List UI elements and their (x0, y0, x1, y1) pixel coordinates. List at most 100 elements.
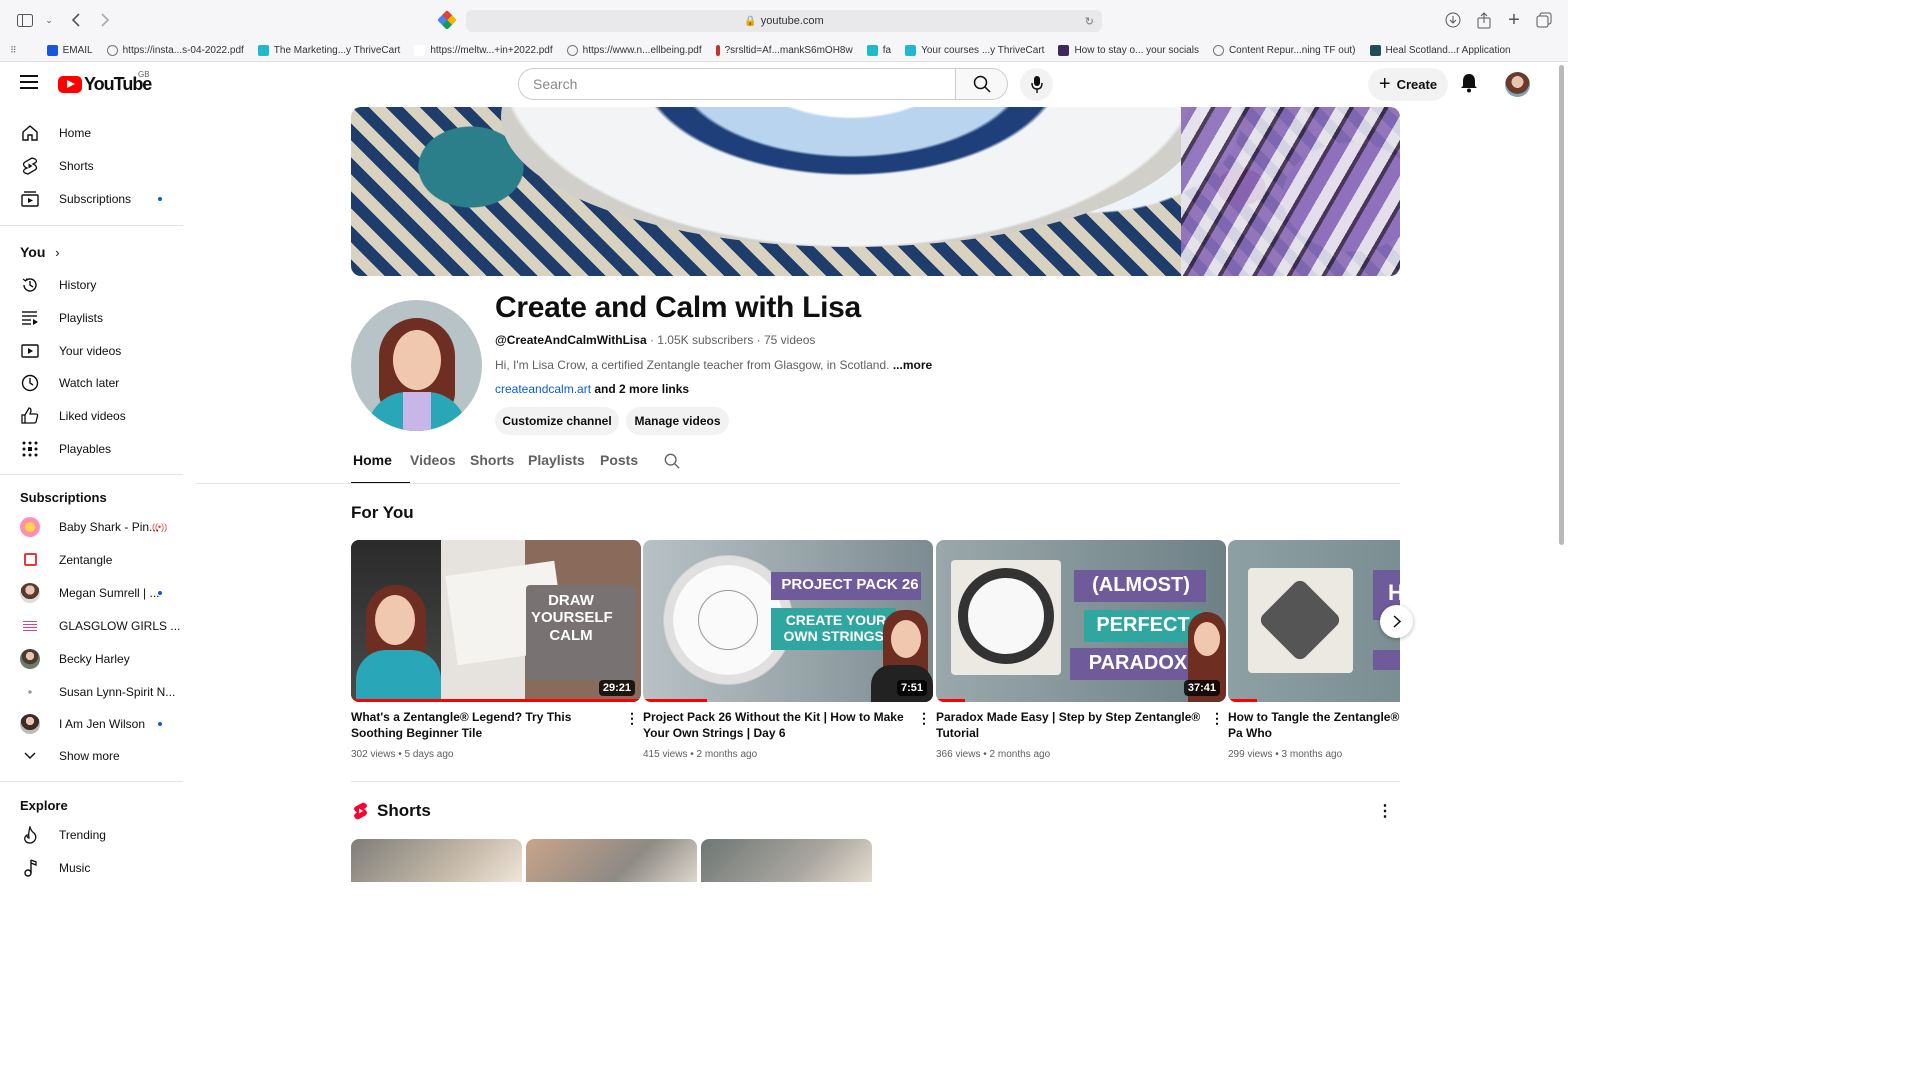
subscription-item[interactable]: I Am Jen Wilson (0, 707, 184, 740)
bookmark-item[interactable]: Your courses ...y ThriveCart (905, 45, 1044, 56)
bookmark-item[interactable]: Heal Scotland...r Application (1369, 45, 1511, 56)
subscription-item[interactable]: Zentangle (0, 543, 184, 576)
channel-website-link[interactable]: createandcalm.art (495, 382, 591, 396)
short-thumbnail[interactable] (701, 839, 872, 882)
sidebar-item-watch-later[interactable]: Watch later (0, 366, 184, 399)
video-card[interactable]: (ALMOST) PERFECT PARADOX 37:41 Paradox M… (936, 540, 1226, 760)
sidebar-item-home[interactable]: Home (0, 116, 184, 149)
channel-description[interactable]: Hi, I'm Lisa Crow, a certified Zentangle… (495, 358, 932, 372)
trending-icon (20, 825, 40, 845)
upload-age: 5 days ago (404, 749, 454, 760)
sidebar-item-subscriptions[interactable]: Subscriptions (0, 182, 184, 215)
view-count: 366 views (936, 749, 981, 760)
more-link[interactable]: ...more (893, 358, 932, 372)
bookmark-item[interactable]: https://meltw...+in+2022.pdf (414, 45, 553, 56)
bookmark-item[interactable]: Content Repur...ning TF out) (1212, 45, 1356, 56)
sidebar-item-shorts[interactable]: Shorts (0, 149, 184, 182)
video-title[interactable]: Project Pack 26 Without the Kit | How to… (643, 709, 913, 741)
search-button[interactable] (956, 68, 1008, 100)
bookmark-label: Heal Scotland...r Application (1385, 45, 1511, 56)
video-title[interactable]: Paradox Made Easy | Step by Step Zentang… (936, 709, 1206, 741)
manage-videos-button[interactable]: Manage videos (626, 407, 729, 435)
chevron-down-icon[interactable]: ⌄ (40, 12, 58, 28)
sidebar-toggle-icon[interactable] (16, 12, 34, 28)
channel-links[interactable]: createandcalm.art and 2 more links (495, 382, 689, 396)
create-label: Create (1396, 77, 1438, 92)
reload-icon[interactable]: ↻ (1085, 15, 1094, 28)
subscription-item[interactable]: Baby Shark - Pin... ((•)) (0, 510, 184, 543)
short-thumbnail[interactable] (526, 839, 697, 882)
page-scrollbar[interactable] (1559, 65, 1564, 545)
more-options-icon[interactable]: ⋮ (1377, 801, 1393, 821)
tab-playlists[interactable]: Playlists (528, 452, 600, 484)
bookmark-item[interactable]: https://www.n...ellbeing.pdf (566, 45, 702, 56)
video-title[interactable]: What's a Zentangle® Legend? Try This Soo… (351, 709, 621, 741)
voice-search-button[interactable] (1020, 68, 1053, 101)
channel-avatar[interactable] (351, 300, 482, 431)
video-thumbnail[interactable]: H (1228, 540, 1400, 702)
tab-overview-icon[interactable] (1535, 12, 1553, 28)
more-options-icon[interactable]: ⋮ (1210, 710, 1224, 727)
video-card[interactable]: DRAW YOURSELF CALM 29:21 What's a Zentan… (351, 540, 641, 760)
playlists-icon (20, 308, 40, 328)
sidebar-item-music[interactable]: Music (0, 851, 184, 884)
bookmark-item[interactable]: ?srsltid=Af...mankS6mOH8w (715, 45, 853, 56)
tab-shorts[interactable]: Shorts (470, 452, 528, 484)
sidebar-divider (0, 225, 183, 226)
customize-channel-button[interactable]: Customize channel (495, 407, 619, 435)
tab-posts[interactable]: Posts (600, 452, 664, 484)
sidebar-item-playlists[interactable]: Playlists (0, 301, 184, 334)
bookmark-item[interactable]: https://insta...s-04-2022.pdf (106, 45, 244, 56)
notifications-icon[interactable] (1460, 73, 1480, 95)
more-links-text[interactable]: and 2 more links (591, 382, 689, 396)
more-options-icon[interactable]: ⋮ (917, 710, 931, 727)
video-card[interactable]: PROJECT PACK 26 CREATE YOUR OWN STRINGS!… (643, 540, 933, 760)
new-tab-icon[interactable]: + (1505, 9, 1523, 31)
subscription-item[interactable]: Megan Sumrell | ... (0, 576, 184, 609)
sidebar-item-playables[interactable]: Playables (0, 432, 184, 465)
back-icon[interactable] (66, 12, 84, 28)
video-meta: 302 views • 5 days ago (351, 749, 454, 760)
bookmark-label: Your courses ...y ThriveCart (921, 45, 1045, 56)
channel-tabs: Home Videos Shorts Playlists Posts (351, 452, 684, 484)
share-icon[interactable] (1475, 11, 1493, 28)
bookmark-item[interactable]: The Marketing...y ThriveCart (257, 45, 400, 56)
video-title[interactable]: How to Tangle the Zentangle® Pa Who (1228, 709, 1400, 741)
account-avatar[interactable] (1505, 72, 1530, 97)
youtube-logo[interactable]: YouTube GB (58, 70, 152, 95)
menu-icon[interactable] (20, 75, 38, 93)
short-thumbnail[interactable] (351, 839, 522, 882)
sidebar-item-label: Liked videos (59, 408, 126, 423)
apps-grid-icon[interactable]: ⠿ (10, 45, 17, 56)
subscription-item[interactable]: Susan Lynn-Spirit N... (0, 675, 184, 708)
bookmark-item[interactable]: How to stay o... your socials (1058, 45, 1199, 56)
carousel-next-button[interactable] (1380, 605, 1413, 638)
tab-home[interactable]: Home (351, 452, 410, 484)
download-icon[interactable] (1444, 12, 1462, 28)
bookmark-favicon-icon (46, 45, 58, 56)
you-section-header[interactable]: You › (20, 244, 60, 260)
sidebar-item-history[interactable]: History (0, 268, 184, 301)
video-thumbnail[interactable]: DRAW YOURSELF CALM 29:21 (351, 540, 641, 702)
create-button[interactable]: + Create (1368, 68, 1448, 101)
forward-icon[interactable] (96, 12, 114, 28)
video-card[interactable]: H How to Tangle the Zentangle® Pa Who 29… (1228, 540, 1400, 770)
sidebar-item-your-videos[interactable]: Your videos (0, 334, 184, 367)
video-thumbnail[interactable]: (ALMOST) PERFECT PARADOX 37:41 (936, 540, 1226, 702)
sidebar-item-liked-videos[interactable]: Liked videos (0, 399, 184, 432)
sidebar-item-trending[interactable]: Trending (0, 818, 184, 851)
address-bar[interactable]: 🔒 youtube.com ↻ (466, 10, 1102, 32)
sidebar-divider (0, 474, 183, 475)
show-more-button[interactable]: Show more (0, 739, 184, 772)
video-thumbnail[interactable]: PROJECT PACK 26 CREATE YOUR OWN STRINGS!… (643, 540, 933, 702)
subscription-item[interactable]: Becky Harley (0, 642, 184, 675)
subscription-item[interactable]: GLASGLOW GIRLS ... (0, 609, 184, 642)
tab-videos[interactable]: Videos (410, 452, 470, 484)
subscription-label: Baby Shark - Pin... (59, 519, 160, 534)
more-options-icon[interactable]: ⋮ (625, 710, 639, 727)
thumbnail-overlay-text: PROJECT PACK 26 (781, 576, 919, 593)
channel-search-icon[interactable] (664, 452, 684, 484)
bookmark-item[interactable]: EMAIL (46, 45, 93, 56)
search-input[interactable]: Search (518, 68, 956, 100)
bookmark-item[interactable]: fa (866, 45, 891, 56)
